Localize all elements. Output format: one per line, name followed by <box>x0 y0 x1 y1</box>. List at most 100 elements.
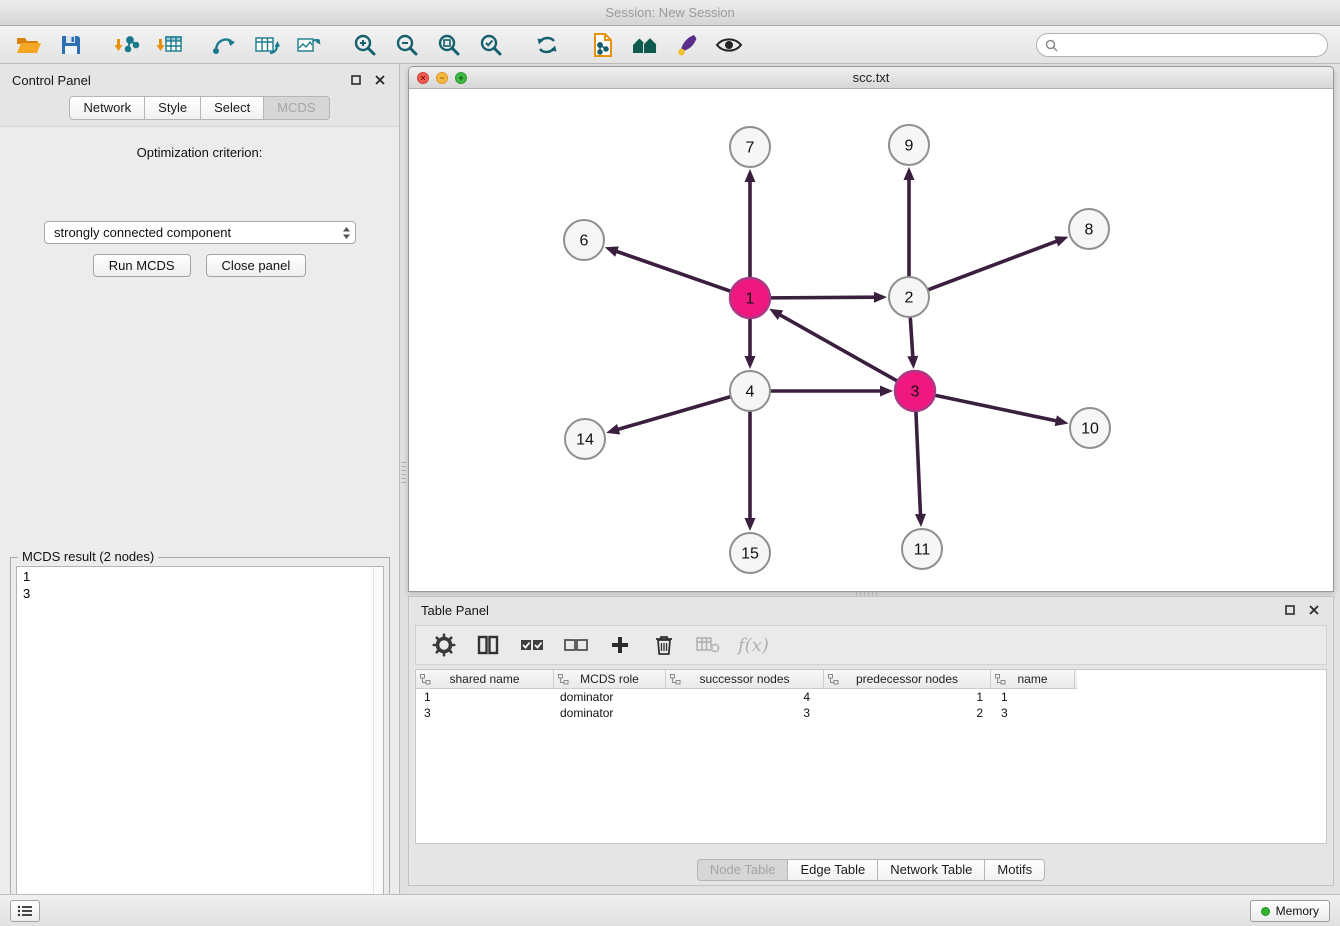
column-header-predecessor-nodes[interactable]: predecessor nodes <box>824 670 991 688</box>
column-label: successor nodes <box>699 672 789 686</box>
float-panel-button[interactable] <box>349 73 363 87</box>
svg-text:4: 4 <box>746 384 755 401</box>
clear-checkboxes-icon <box>564 636 588 654</box>
column-label: shared name <box>449 672 519 686</box>
import-network-file-button[interactable] <box>110 30 144 60</box>
svg-text:10: 10 <box>1081 421 1099 438</box>
mcds-tab-content: Optimization criterion: strongly connect… <box>0 126 399 894</box>
zoom-fit-icon <box>437 33 461 57</box>
unselect-all-columns-button[interactable] <box>562 631 590 659</box>
view-group <box>586 30 756 60</box>
mcds-result-group: MCDS result (2 nodes) 1 3 <box>10 557 390 926</box>
import-table-file-button[interactable] <box>152 30 186 60</box>
maximize-window-button[interactable]: + <box>455 72 467 84</box>
zoom-selected-button[interactable] <box>474 30 508 60</box>
network-group <box>208 30 336 60</box>
tab-style[interactable]: Style <box>145 96 201 120</box>
close-panel-action-button[interactable]: Close panel <box>206 254 307 277</box>
close-panel-button[interactable] <box>373 73 387 87</box>
node-table: shared name MCDS role successor nodes <box>415 669 1327 844</box>
control-panel-tabs: Network Style Select MCDS <box>0 96 399 120</box>
cell-predecessor-nodes: 1 <box>824 689 991 705</box>
task-list-icon <box>17 905 33 917</box>
column-header-name[interactable]: name <box>991 670 1075 688</box>
criterion-select[interactable]: strongly connected component <box>44 221 356 244</box>
tab-edge-table[interactable]: Edge Table <box>788 859 878 881</box>
network-from-url-icon <box>212 33 238 57</box>
memory-status-icon <box>1261 907 1270 916</box>
tab-network-table[interactable]: Network Table <box>878 859 985 881</box>
close-table-panel-button[interactable] <box>1307 603 1321 617</box>
zoom-fit-button[interactable] <box>432 30 466 60</box>
save-session-button[interactable] <box>54 30 88 60</box>
table-row[interactable]: 3 dominator 3 2 3 <box>416 705 1326 721</box>
tab-motifs[interactable]: Motifs <box>985 859 1045 881</box>
open-file-button[interactable] <box>12 30 46 60</box>
select-all-columns-button[interactable] <box>518 631 546 659</box>
delete-table-button[interactable] <box>694 631 722 659</box>
session-group <box>12 30 98 60</box>
svg-text:14: 14 <box>576 432 594 449</box>
svg-text:11: 11 <box>914 542 931 559</box>
clone-network-table-button[interactable] <box>250 30 284 60</box>
network-window-title: scc.txt <box>853 70 890 85</box>
network-graph[interactable]: 7968124314101511 <box>409 89 1333 591</box>
tab-network[interactable]: Network <box>69 96 145 120</box>
function-builder-icon: f(x) <box>738 635 769 656</box>
zoom-out-button[interactable] <box>390 30 424 60</box>
search-input[interactable] <box>1063 38 1327 53</box>
column-tree-icon <box>828 674 839 688</box>
network-from-url-button[interactable] <box>208 30 242 60</box>
column-header-successor-nodes[interactable]: successor nodes <box>666 670 824 688</box>
save-icon <box>60 34 82 56</box>
list-item[interactable]: 3 <box>23 585 383 602</box>
add-column-button[interactable] <box>606 631 634 659</box>
close-window-button[interactable]: × <box>417 72 429 84</box>
zoom-in-button[interactable] <box>348 30 382 60</box>
panel-splitter[interactable] <box>400 64 408 894</box>
document-network-button[interactable] <box>586 30 620 60</box>
tab-mcds[interactable]: MCDS <box>264 96 329 120</box>
window-title: Session: New Session <box>605 5 734 20</box>
svg-text:7: 7 <box>746 140 755 157</box>
apply-layout-button[interactable] <box>530 30 564 60</box>
home-neighbors-button[interactable] <box>628 30 662 60</box>
memory-button[interactable]: Memory <box>1250 900 1330 922</box>
column-header-mcds-role[interactable]: MCDS role <box>554 670 666 688</box>
table-row[interactable]: 1 dominator 4 1 1 <box>416 689 1326 705</box>
export-image-button[interactable] <box>292 30 326 60</box>
close-icon <box>375 75 385 85</box>
column-header-shared-name[interactable]: shared name <box>416 670 554 688</box>
style-brush-button[interactable] <box>670 30 704 60</box>
search-box[interactable] <box>1036 33 1328 57</box>
function-builder-button[interactable]: f(x) <box>738 631 769 659</box>
svg-text:9: 9 <box>905 138 914 155</box>
run-mcds-button[interactable]: Run MCDS <box>93 254 191 277</box>
tab-select[interactable]: Select <box>201 96 264 120</box>
column-tree-icon <box>420 674 431 688</box>
show-hide-eye-icon <box>715 34 743 56</box>
table-panel: Table Panel <box>408 596 1334 886</box>
tab-node-table[interactable]: Node Table <box>697 859 789 881</box>
clone-network-table-icon <box>254 33 280 57</box>
float-window-icon <box>1285 605 1295 615</box>
gear-icon <box>432 633 456 657</box>
svg-text:8: 8 <box>1085 222 1094 239</box>
float-table-panel-button[interactable] <box>1283 603 1297 617</box>
show-hide-button[interactable] <box>712 30 746 60</box>
minimize-window-button[interactable]: − <box>436 72 448 84</box>
column-tree-icon <box>995 674 1006 688</box>
show-columns-button[interactable] <box>474 631 502 659</box>
list-item[interactable]: 1 <box>23 568 383 585</box>
task-history-button[interactable] <box>10 900 40 922</box>
table-toolbar: f(x) <box>415 625 1327 665</box>
apply-layout-refresh-icon <box>534 33 560 57</box>
float-window-icon <box>351 75 361 85</box>
home-neighbors-icon <box>631 33 659 57</box>
delete-column-button[interactable] <box>650 631 678 659</box>
network-canvas[interactable]: 7968124314101511 <box>409 89 1333 591</box>
select-stepper-icon <box>342 226 351 240</box>
search-icon <box>1045 39 1058 52</box>
column-label: name <box>1017 672 1047 686</box>
table-mode-button[interactable] <box>430 631 458 659</box>
